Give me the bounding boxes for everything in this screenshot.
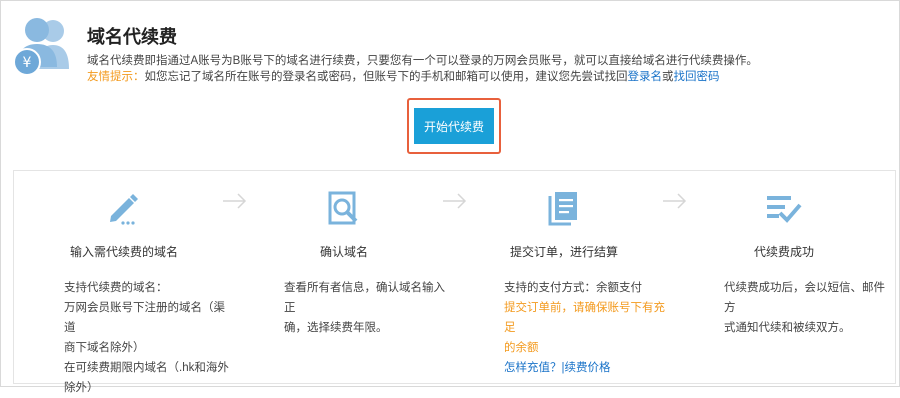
step-line: 查看所有者信息，确认域名输入正 <box>284 282 445 314</box>
documents-icon <box>548 192 577 226</box>
tip-text: 如您忘记了域名所在账号的登录名或密码，但账号下的手机和邮箱可以使用，建议您先尝试… <box>144 71 628 83</box>
search-document-icon <box>328 191 358 225</box>
how-to-recharge-link[interactable]: 怎样充值？ <box>504 362 562 374</box>
recover-password-link[interactable]: 找回密码 <box>674 71 720 83</box>
check-list-icon <box>767 196 802 223</box>
step-description: 查看所有者信息，确认域名输入正 确，选择续费年限。 <box>284 278 449 338</box>
page-frame: ¥ 域名代续费 域名代续费即指通过A账号为B账号下的域名进行续费，只要您有一个可… <box>0 0 900 394</box>
step-4: 代续费成功 代续费成功后，会以短信、邮件方 式通知代续和被续双方。 <box>674 171 894 381</box>
start-renewal-button[interactable]: 开始代续费 <box>414 108 494 144</box>
step-line: 除外） <box>64 382 99 394</box>
recover-login-link[interactable]: 登录名 <box>628 71 663 83</box>
step-title: 提交订单，进行结算 <box>509 245 618 259</box>
step-description: 支持的支付方式：余额支付 提交订单前，请确保账号下有充足 的余额 怎样充值？|续… <box>504 278 669 378</box>
tip-label: 友情提示： <box>87 71 145 83</box>
step-links: 怎样充值？|续费价格 <box>504 358 669 378</box>
steps-panel: 输入需代续费的域名 支持代续费的域名： 万网会员账号下注册的域名（渠道 商下域名… <box>13 170 896 394</box>
warning-line: 提交订单前，请确保账号下有充足 <box>504 302 665 334</box>
step-1: 输入需代续费的域名 支持代续费的域名： 万网会员账号下注册的域名（渠道 商下域名… <box>14 171 234 394</box>
warning-line: 的余额 <box>504 342 539 354</box>
step-line: 式通知代续和被续双方。 <box>724 322 851 334</box>
step-2: 确认域名 查看所有者信息，确认域名输入正 确，选择续费年限。 <box>234 171 454 381</box>
step-line: 万网会员账号下注册的域名（渠道 <box>64 302 225 334</box>
step-line: 支持代续费的域名： <box>64 282 168 294</box>
renewal-price-link[interactable]: 续费价格 <box>565 362 611 374</box>
svg-text:¥: ¥ <box>23 55 32 71</box>
friendly-tip: 友情提示：如您忘记了域名所在账号的登录名或密码，但账号下的手机和邮箱可以使用，建… <box>87 68 720 84</box>
step-description: 代续费成功后，会以短信、邮件方 式通知代续和被续双方。 <box>724 278 889 338</box>
step-title: 输入需代续费的域名 <box>69 245 178 259</box>
step-line: 支持的支付方式：余额支付 <box>504 282 642 294</box>
step-title: 确认域名 <box>319 245 368 259</box>
step-description: 支持代续费的域名： 万网会员账号下注册的域名（渠道 商下域名除外） 在可续费期限… <box>64 278 229 398</box>
pencil-icon <box>110 194 138 225</box>
page-description: 域名代续费即指通过A账号为B账号下的域名进行续费，只要您有一个可以登录的万网会员… <box>87 55 758 67</box>
step-line: 商下域名除外） <box>64 342 145 354</box>
step-line: 代续费成功后，会以短信、邮件方 <box>724 282 885 314</box>
step-title: 代续费成功 <box>753 245 814 259</box>
step-line: 在可续费期限内域名（.hk和海外 <box>64 362 229 374</box>
start-button-highlight: 开始代续费 <box>407 98 501 154</box>
user-money-icon: ¥ <box>13 18 69 76</box>
tip-or: 或 <box>662 71 674 83</box>
step-3: 提交订单，进行结算 支持的支付方式：余额支付 提交订单前，请确保账号下有充足 的… <box>454 171 674 381</box>
page-title: 域名代续费 <box>87 27 177 47</box>
step-line: 确，选择续费年限。 <box>284 322 388 334</box>
